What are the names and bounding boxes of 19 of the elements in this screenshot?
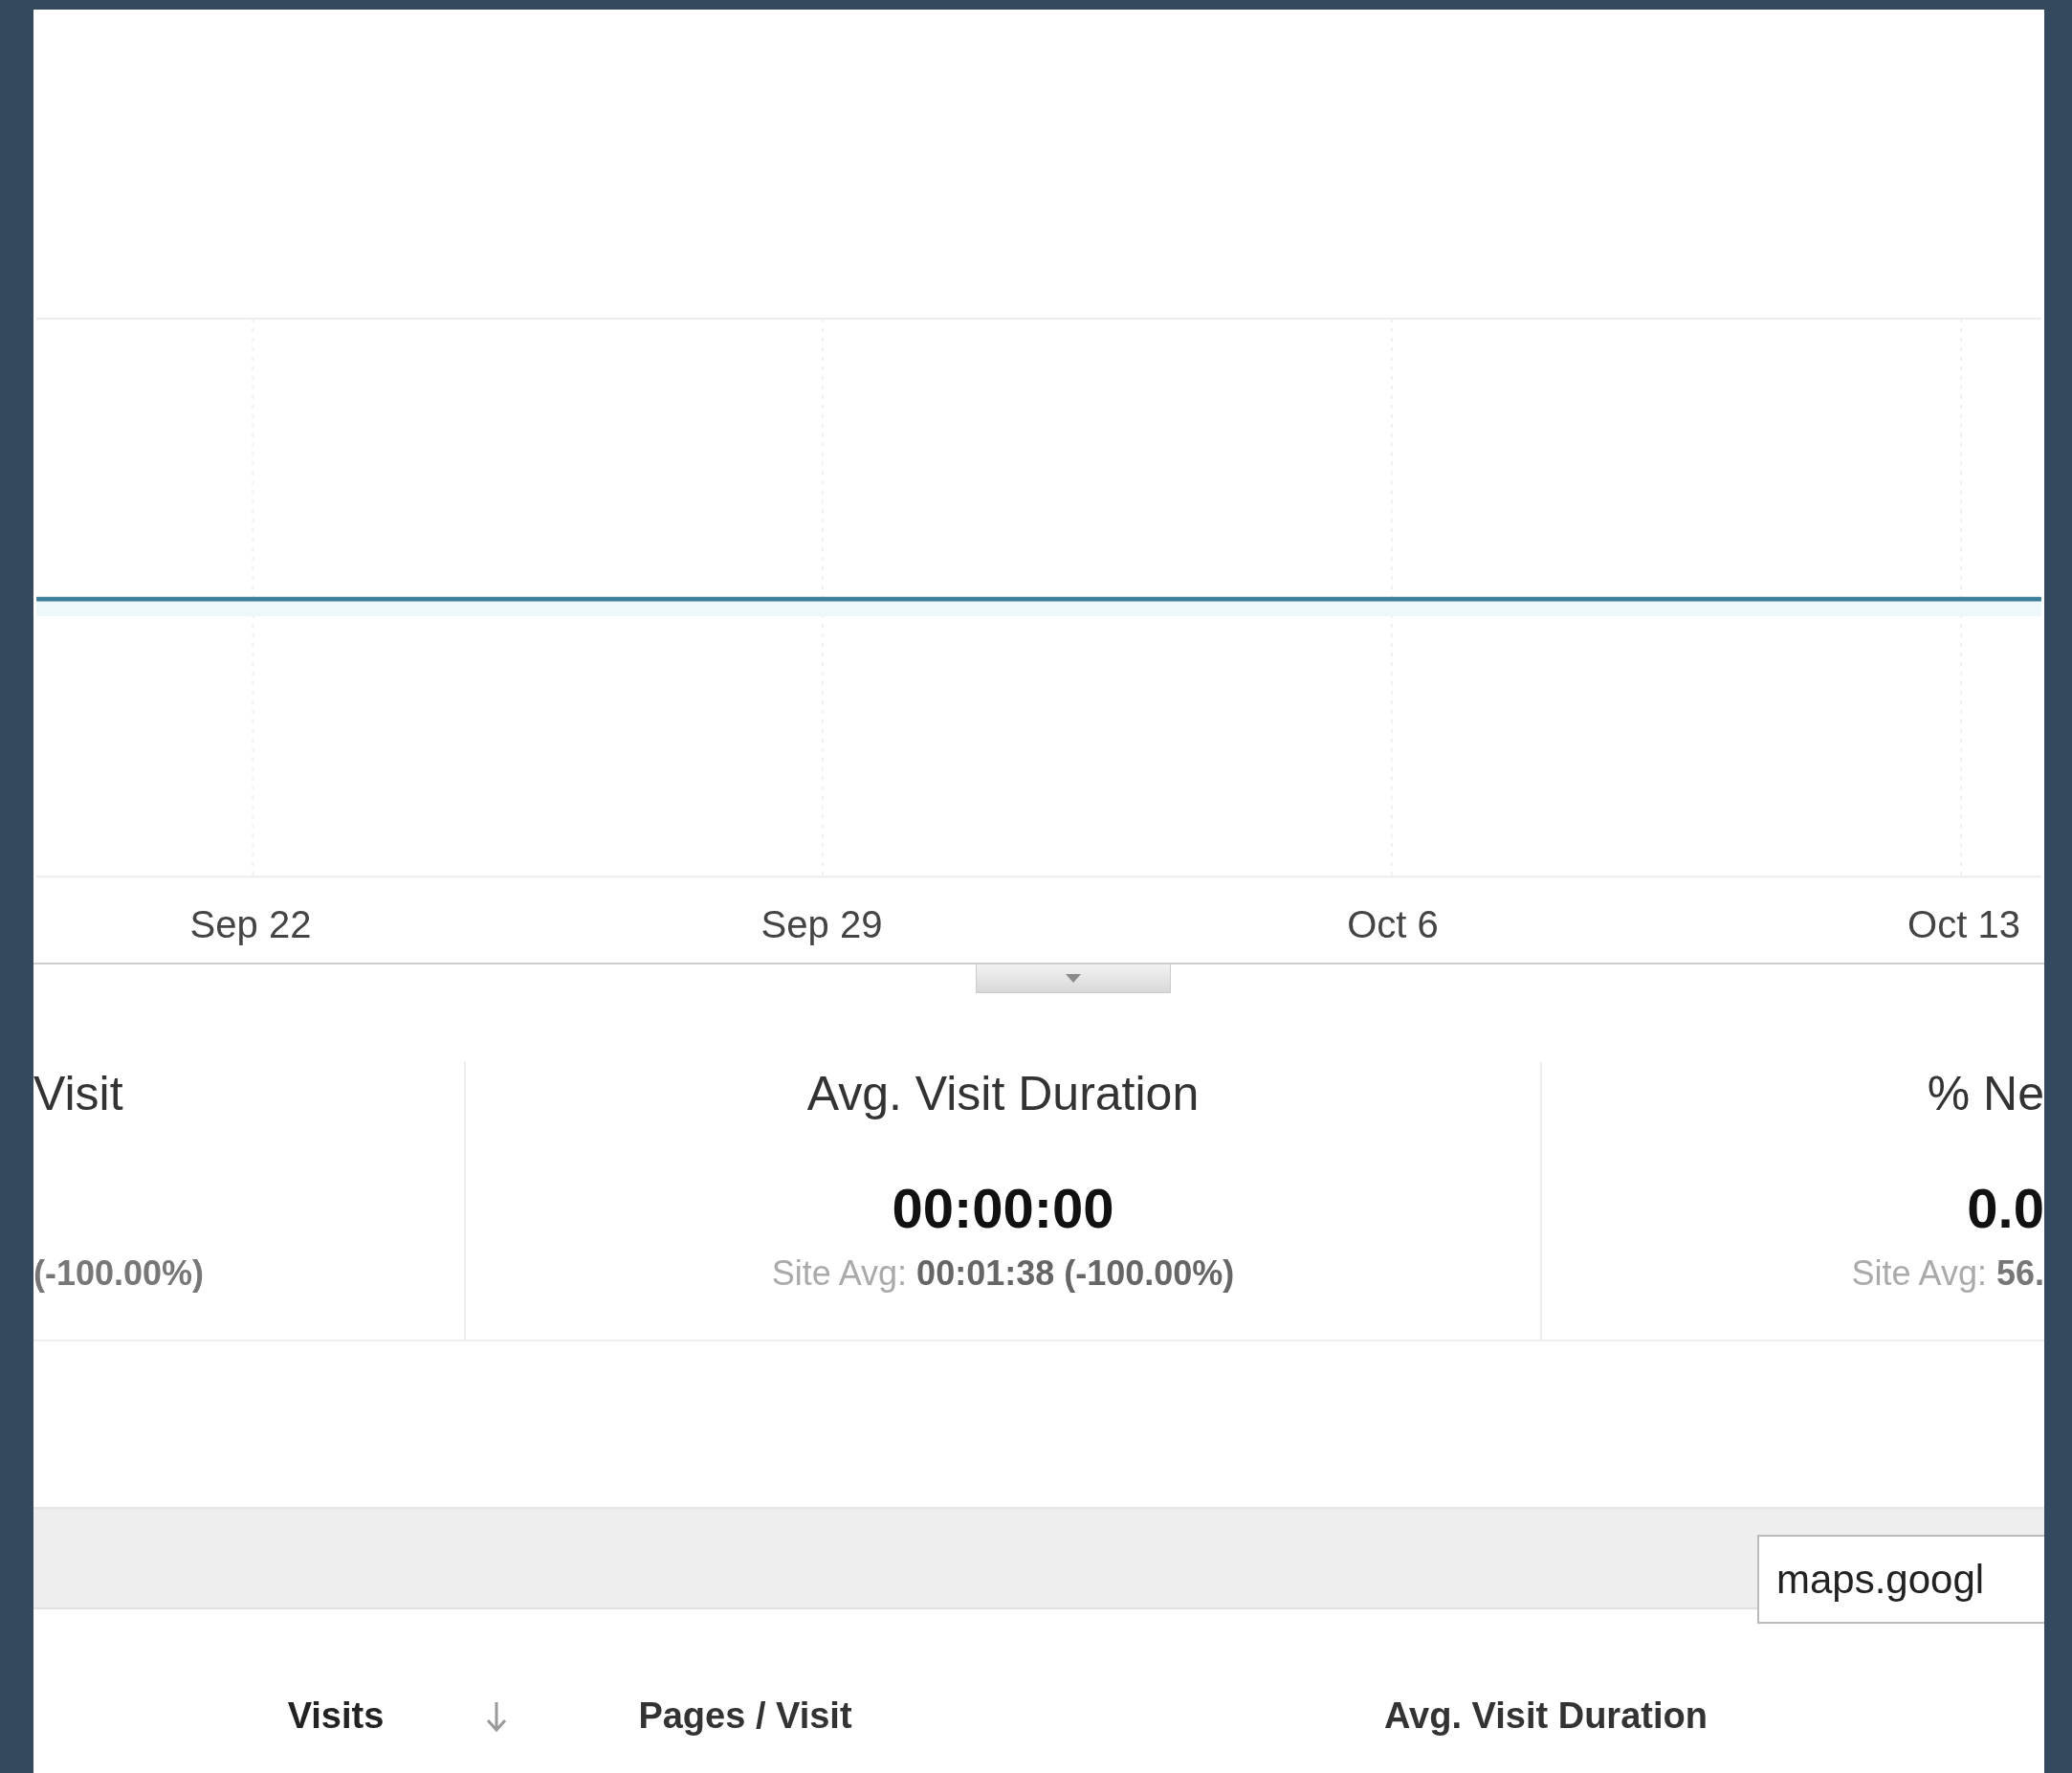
metric-title: Avg. Visit Duration — [806, 1066, 1200, 1121]
caret-icon — [1066, 974, 1081, 983]
site-average: Site Avg: 56. — [1851, 1253, 2044, 1294]
metric-title: % Ne — [1927, 1066, 2044, 1121]
site-average: (-100.00%) — [33, 1253, 205, 1294]
sort-arrow-icon[interactable] — [485, 1699, 508, 1733]
metric-value: 00:00:00 — [892, 1177, 1114, 1240]
axis-label: Oct 13 — [1907, 902, 2021, 946]
site-average: Site Avg: 00:01:38 (-100.00%) — [771, 1253, 1235, 1294]
column-header[interactable]: Pages / Visit — [554, 1695, 937, 1737]
column-header[interactable]: Visits — [221, 1695, 451, 1737]
axis-label: Sep 29 — [760, 902, 884, 946]
metric-title: Visit — [33, 1066, 123, 1121]
metric-value: 0.0 — [1967, 1177, 2044, 1240]
axis-label: Sep 22 — [188, 902, 313, 946]
column-header[interactable]: Avg. Visit Duration — [1345, 1695, 1747, 1737]
collapse-toggle[interactable] — [976, 964, 1171, 993]
axis-label: Oct 6 — [1346, 902, 1440, 946]
filter-field[interactable]: maps.googl — [1757, 1535, 2044, 1624]
